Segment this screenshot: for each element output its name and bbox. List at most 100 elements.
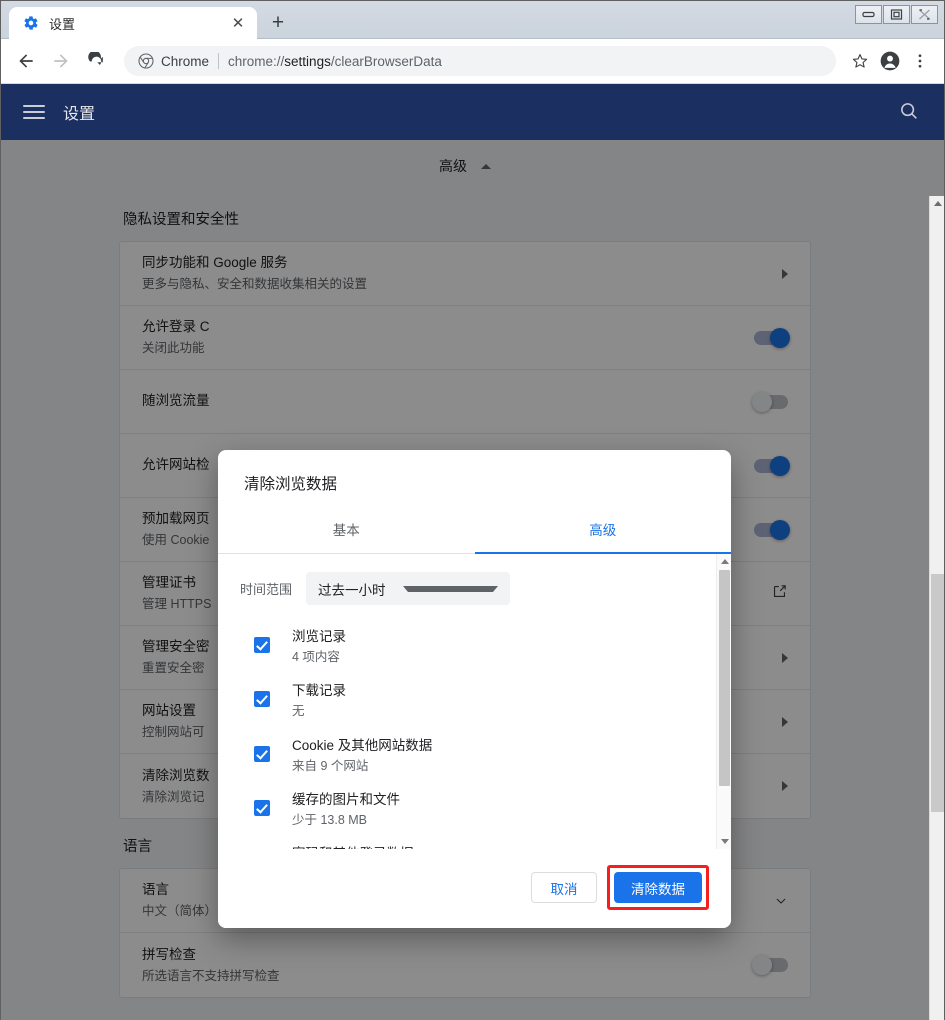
close-button[interactable] bbox=[911, 5, 938, 24]
gear-icon bbox=[23, 15, 39, 31]
checkbox-sublabel: 来自 9 个网站 bbox=[292, 758, 369, 773]
dialog-scrollbar[interactable] bbox=[716, 554, 731, 849]
advanced-label: 高级 bbox=[439, 158, 467, 174]
checkbox-item[interactable]: 下载记录 无 bbox=[240, 681, 716, 721]
tab-title: 设置 bbox=[49, 16, 76, 32]
time-range-field: 时间范围 过去一小时 bbox=[240, 572, 716, 605]
toggle-switch[interactable] bbox=[754, 327, 790, 348]
chevron-right-icon[interactable] bbox=[782, 268, 788, 279]
checkbox-label: 浏览记录 bbox=[292, 629, 346, 644]
checkbox-item[interactable]: 浏览记录 4 项内容 bbox=[240, 627, 716, 667]
chevron-right-icon[interactable] bbox=[782, 781, 788, 791]
scroll-up-icon[interactable] bbox=[934, 201, 942, 206]
time-range-label: 时间范围 bbox=[240, 582, 293, 597]
scroll-up-icon[interactable] bbox=[721, 559, 729, 564]
checkbox-sublabel: 少于 13.8 MB bbox=[292, 812, 368, 827]
row-title: 允许登录 C bbox=[142, 319, 210, 334]
hamburger-icon[interactable] bbox=[23, 101, 45, 123]
checkbox-cached-files[interactable] bbox=[254, 799, 270, 816]
checkbox-download-history[interactable] bbox=[254, 691, 270, 708]
toggle-switch[interactable] bbox=[752, 391, 788, 412]
page-scrollbar[interactable] bbox=[929, 196, 944, 1020]
dialog-tabs: 基本 高级 bbox=[218, 510, 731, 554]
checkbox-label: 下载记录 bbox=[292, 683, 346, 699]
star-icon[interactable] bbox=[846, 47, 874, 75]
checkbox-cookies[interactable] bbox=[254, 745, 270, 762]
page-title: 设置 bbox=[63, 106, 96, 123]
reload-icon[interactable] bbox=[81, 46, 111, 76]
settings-header: 设置 bbox=[1, 84, 944, 140]
search-icon[interactable] bbox=[898, 100, 922, 124]
row-subtitle: 关闭此功能 bbox=[142, 341, 205, 356]
minimize-button[interactable] bbox=[855, 5, 882, 24]
checkbox-label: Cookie 及其他网站数据 bbox=[292, 737, 433, 753]
settings-row[interactable]: 允许登录 C 关闭此功能 bbox=[120, 306, 810, 370]
tab-basic[interactable]: 基本 bbox=[218, 510, 475, 553]
maximize-button[interactable] bbox=[883, 5, 910, 24]
window-titlebar: 设置 ✕ + bbox=[1, 1, 944, 39]
browser-toolbar: Chrome chrome://settings/clearBrowserDat… bbox=[1, 39, 944, 84]
chrome-label: Chrome bbox=[161, 53, 210, 69]
browser-window: 设置 ✕ + Chrome chrome://settings/clearBro… bbox=[0, 0, 945, 1020]
url-text: chrome://settings/clearBrowserData bbox=[228, 54, 442, 69]
time-range-value: 过去一小时 bbox=[318, 582, 386, 598]
settings-row-spellcheck[interactable]: 拼写检查 所选语言不支持拼写检查 bbox=[120, 933, 810, 997]
dialog-footer: 取消 清除数据 bbox=[218, 849, 731, 928]
chevron-right-icon[interactable] bbox=[782, 652, 788, 663]
row-title: 随浏览流量 bbox=[142, 393, 210, 409]
forward-arrow-icon bbox=[46, 46, 76, 76]
dialog-body: 时间范围 过去一小时 浏览记录 4 项内容 下载记录 无 Cookie 及其他网… bbox=[218, 554, 731, 849]
omnibox-separator bbox=[218, 53, 220, 69]
dialog-scroll-content: 时间范围 过去一小时 浏览记录 4 项内容 下载记录 无 Cookie 及其他网… bbox=[218, 554, 716, 849]
row-title: 拼写检查 bbox=[142, 946, 196, 962]
avatar-icon[interactable] bbox=[876, 47, 904, 75]
row-title: 同步功能和 Google 服务 bbox=[142, 255, 288, 270]
toggle-switch[interactable] bbox=[754, 455, 790, 476]
row-subtitle: 所选语言不支持拼写检查 bbox=[142, 968, 280, 983]
new-tab-button[interactable]: + bbox=[263, 8, 293, 38]
chrome-badge: Chrome bbox=[138, 53, 209, 69]
chevron-up-icon bbox=[481, 163, 491, 169]
tab-advanced[interactable]: 高级 bbox=[475, 510, 732, 553]
toggle-switch[interactable] bbox=[754, 519, 790, 540]
clear-data-button[interactable]: 清除数据 bbox=[614, 872, 702, 903]
address-bar[interactable]: Chrome chrome://settings/clearBrowserDat… bbox=[124, 46, 836, 76]
checkbox-item[interactable]: Cookie 及其他网站数据 来自 9 个网站 bbox=[240, 736, 716, 776]
browser-tab-settings[interactable]: 设置 ✕ bbox=[9, 7, 257, 39]
settings-content: 高级 隐私设置和安全性 同步功能和 Google 服务 更多与隐私、安全和数据收… bbox=[1, 140, 944, 1020]
toggle-switch[interactable] bbox=[752, 955, 788, 975]
checkbox-label: 缓存的图片和文件 bbox=[292, 791, 400, 807]
dialog-title: 清除浏览数据 bbox=[244, 476, 338, 493]
checkbox-browsing-history[interactable] bbox=[254, 637, 270, 653]
external-link-icon[interactable] bbox=[771, 583, 788, 605]
close-icon[interactable]: ✕ bbox=[229, 14, 247, 32]
scrollbar-thumb[interactable] bbox=[931, 574, 944, 812]
clear-data-highlight-box: 清除数据 bbox=[607, 865, 709, 910]
back-arrow-icon[interactable] bbox=[11, 46, 41, 76]
time-range-select[interactable]: 过去一小时 bbox=[306, 572, 511, 605]
tab-strip: 设置 ✕ + bbox=[9, 7, 293, 39]
checkbox-label: 密码和其他登录数据 bbox=[292, 844, 716, 849]
cancel-button[interactable]: 取消 bbox=[531, 872, 597, 903]
row-subtitle: 更多与隐私、安全和数据收集相关的设置 bbox=[142, 277, 368, 292]
three-dots-icon[interactable] bbox=[906, 47, 934, 75]
window-controls bbox=[855, 5, 938, 24]
checkbox-item[interactable]: 密码和其他登录数据 无 bbox=[240, 844, 716, 849]
settings-row[interactable]: 同步功能和 Google 服务 更多与隐私、安全和数据收集相关的设置 bbox=[120, 242, 810, 306]
checkbox-item[interactable]: 缓存的图片和文件 少于 13.8 MB bbox=[240, 790, 716, 830]
checkbox-sublabel: 4 项内容 bbox=[292, 649, 340, 664]
checkbox-sublabel: 无 bbox=[292, 704, 305, 719]
settings-row[interactable]: 随浏览流量 bbox=[120, 370, 810, 434]
chevron-down-icon bbox=[403, 585, 499, 592]
scroll-down-icon[interactable] bbox=[721, 839, 729, 844]
url-host: settings bbox=[284, 53, 331, 69]
url-prefix: chrome:// bbox=[228, 53, 285, 69]
chevron-right-icon[interactable] bbox=[782, 716, 788, 727]
clear-browsing-data-dialog: 清除浏览数据 基本 高级 时间范围 过去一小时 浏览记录 4 项内容 下载记录 … bbox=[218, 450, 731, 928]
settings-page: 设置 高级 隐私设置和安全性 同步功能和 Google 服务 更多与隐私、安全和… bbox=[1, 84, 944, 1020]
privacy-section-title: 隐私设置和安全性 bbox=[123, 212, 239, 228]
advanced-section-toggle[interactable]: 高级 bbox=[1, 140, 929, 192]
chrome-logo-icon bbox=[138, 53, 154, 69]
chevron-down-icon[interactable] bbox=[774, 894, 788, 908]
scrollbar-thumb[interactable] bbox=[719, 570, 730, 786]
